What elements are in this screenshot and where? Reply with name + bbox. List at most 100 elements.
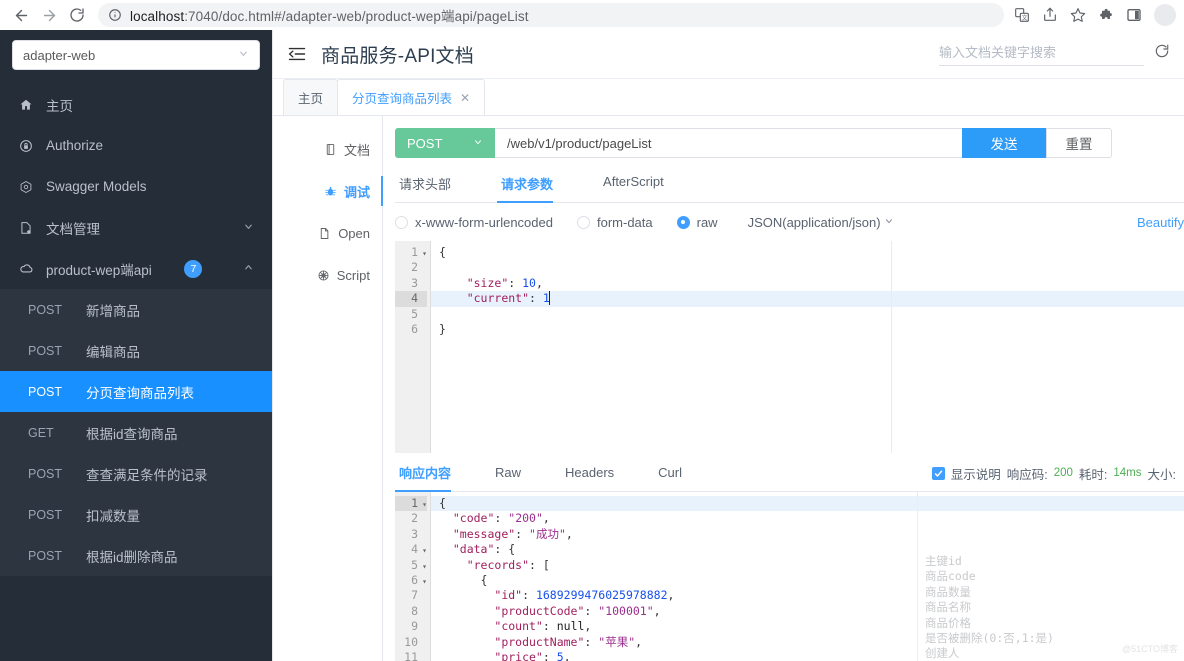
url-text: localhost:7040/doc.html#/adapter-web/pro… bbox=[130, 5, 529, 25]
book-icon bbox=[324, 143, 337, 156]
code-line: "price": 5, bbox=[494, 649, 571, 661]
body-type-row: x-www-form-urlencoded form-data raw JSON… bbox=[395, 203, 1184, 239]
api-method: POST bbox=[28, 384, 63, 399]
reload-icon[interactable] bbox=[64, 2, 90, 28]
section-tab-debug[interactable]: 调试 bbox=[273, 170, 383, 212]
code-line: "records": [ bbox=[466, 557, 550, 572]
radio-label: raw bbox=[696, 214, 718, 230]
section-tab-doc[interactable]: 文档 bbox=[273, 128, 382, 170]
api-item-query-records[interactable]: POST 查查满足条件的记录 bbox=[0, 453, 272, 494]
radio-label: x-www-form-urlencoded bbox=[415, 214, 553, 230]
code-line: "count": null, bbox=[494, 619, 592, 634]
project-select-value: adapter-web bbox=[23, 47, 96, 63]
request-tabs: 请求头部 请求参数 AfterScript bbox=[395, 174, 1184, 203]
tab-home[interactable]: 主页 bbox=[283, 79, 339, 115]
line-number: 9 bbox=[411, 619, 418, 634]
sidebar-item-home[interactable]: 主页 bbox=[0, 84, 272, 125]
site-info-icon[interactable] bbox=[108, 8, 122, 22]
line-number: 6 ▾ bbox=[395, 573, 427, 588]
api-item-deduct-count[interactable]: POST 扣减数量 bbox=[0, 494, 272, 535]
debug-panel: POST /web/v1/product/pageList 发送 重置 请求头部… bbox=[383, 116, 1184, 661]
profile-avatar[interactable] bbox=[1154, 4, 1176, 26]
sidebar-item-doc-management[interactable]: 文档管理 bbox=[0, 207, 272, 248]
section-tab-script[interactable]: Script bbox=[273, 254, 382, 296]
section-tab-label: Script bbox=[336, 267, 370, 283]
size-label: 大小: bbox=[1147, 467, 1176, 482]
watermark: @51CTO博客 bbox=[1122, 643, 1178, 654]
response-tab-body[interactable]: 响应内容 bbox=[395, 463, 471, 492]
response-editor-code[interactable]: { "code": "200", "message": "成功", "data"… bbox=[431, 492, 1184, 661]
request-tab-headers[interactable]: 请求头部 bbox=[395, 174, 477, 202]
fold-arrow-icon[interactable]: ▾ bbox=[422, 246, 427, 261]
sidebar-item-product-api-group[interactable]: product-wep端api 7 bbox=[0, 248, 272, 289]
line-number: 5 bbox=[411, 306, 418, 321]
method-value: POST bbox=[407, 135, 443, 151]
section-tab-open[interactable]: Open bbox=[273, 212, 382, 254]
share-icon[interactable] bbox=[1038, 3, 1062, 27]
editor-print-margin bbox=[891, 241, 892, 453]
api-item-page-list[interactable]: POST 分页查询商品列表 bbox=[0, 371, 272, 412]
request-tab-afterscript[interactable]: AfterScript bbox=[599, 174, 690, 202]
star-icon[interactable] bbox=[1066, 3, 1090, 27]
request-editor-code[interactable]: { "size": 10, "current": 1 } bbox=[431, 241, 1184, 453]
puzzle-icon[interactable] bbox=[1094, 3, 1118, 27]
url-input[interactable]: /web/v1/product/pageList bbox=[495, 128, 962, 158]
api-item-delete-by-id[interactable]: POST 根据id删除商品 bbox=[0, 535, 272, 576]
api-name: 分页查询商品列表 bbox=[86, 385, 194, 401]
elapsed-value: 14ms bbox=[1113, 467, 1142, 479]
api-item-edit-product[interactable]: POST 编辑商品 bbox=[0, 330, 272, 371]
sidebar-item-label: 文档管理 bbox=[46, 221, 100, 237]
back-icon[interactable] bbox=[8, 2, 34, 28]
side-panel-icon[interactable] bbox=[1122, 3, 1146, 27]
cloud-icon bbox=[18, 261, 34, 276]
request-tab-params[interactable]: 请求参数 bbox=[497, 174, 579, 203]
line-number: 4 bbox=[395, 291, 427, 307]
response-annotation-divider bbox=[917, 492, 918, 661]
response-tab-curl[interactable]: Curl bbox=[654, 465, 702, 489]
radio-form-data[interactable]: form-data bbox=[576, 215, 653, 230]
reset-button[interactable]: 重置 bbox=[1046, 128, 1112, 158]
response-body-editor[interactable]: 1▾234▾5▾6▾78910111213 { "code": "200", "… bbox=[395, 492, 1184, 661]
close-icon[interactable]: ✕ bbox=[460, 91, 470, 105]
response-editor-gutter: 1▾234▾5▾6▾78910111213 bbox=[395, 492, 431, 661]
fold-arrow-icon[interactable]: ▾ bbox=[422, 543, 427, 558]
code-line: "productName": "苹果", bbox=[494, 634, 643, 649]
refresh-icon[interactable] bbox=[1154, 43, 1170, 66]
fold-arrow-icon[interactable]: ▾ bbox=[422, 574, 427, 589]
translate-icon[interactable]: 文 bbox=[1010, 3, 1034, 27]
forward-icon[interactable] bbox=[36, 2, 62, 28]
status-code-value: 200 bbox=[1053, 467, 1073, 479]
fold-arrow-icon[interactable]: ▾ bbox=[422, 497, 427, 512]
address-bar[interactable]: localhost:7040/doc.html#/adapter-web/pro… bbox=[98, 3, 1004, 27]
field-annotations: 主键id 商品code 商品数量 商品名称 商品价格 是否被删除(0:否,1:是… bbox=[925, 554, 1054, 661]
beautify-link[interactable]: Beautify bbox=[1137, 215, 1184, 230]
radio-raw[interactable]: raw bbox=[676, 214, 718, 230]
section-tab-label: 文档 bbox=[343, 142, 370, 158]
chevron-down-icon bbox=[238, 48, 249, 62]
project-select[interactable]: adapter-web bbox=[12, 40, 260, 70]
send-button[interactable]: 发送 bbox=[962, 128, 1046, 158]
request-body-editor[interactable]: 1 ▾ 2 3 4 5 6 { "size": 10, "current": 1 } bbox=[395, 241, 1184, 453]
content-type-value: JSON(application/json) bbox=[747, 214, 881, 230]
api-method: POST bbox=[28, 343, 63, 358]
app-root: adapter-web 主页 Authorize Swagger Models … bbox=[0, 30, 1184, 661]
chevron-up-icon[interactable] bbox=[243, 262, 254, 276]
method-select[interactable]: POST bbox=[395, 128, 495, 158]
api-item-add-product[interactable]: POST 新增商品 bbox=[0, 289, 272, 330]
response-tab-raw[interactable]: Raw bbox=[491, 465, 541, 489]
api-name: 扣减数量 bbox=[86, 508, 140, 524]
tab-page-list[interactable]: 分页查询商品列表 ✕ bbox=[337, 79, 486, 115]
api-item-get-by-id[interactable]: GET 根据id查询商品 bbox=[0, 412, 272, 453]
response-tab-headers[interactable]: Headers bbox=[561, 465, 634, 489]
fold-arrow-icon[interactable]: ▾ bbox=[422, 559, 427, 574]
sidebar-item-swagger-models[interactable]: Swagger Models bbox=[0, 166, 272, 207]
line-number: 2 bbox=[411, 511, 418, 526]
content-type-select[interactable]: JSON(application/json) bbox=[748, 215, 894, 230]
sidebar-item-authorize[interactable]: Authorize bbox=[0, 125, 272, 166]
search-input[interactable]: 输入文档关键字搜索 bbox=[939, 42, 1144, 66]
show-description-checkbox[interactable] bbox=[931, 466, 945, 480]
line-number: 5 ▾ bbox=[395, 558, 427, 573]
menu-collapse-icon[interactable] bbox=[287, 44, 307, 64]
radio-x-www-form-urlencoded[interactable]: x-www-form-urlencoded bbox=[395, 215, 553, 230]
